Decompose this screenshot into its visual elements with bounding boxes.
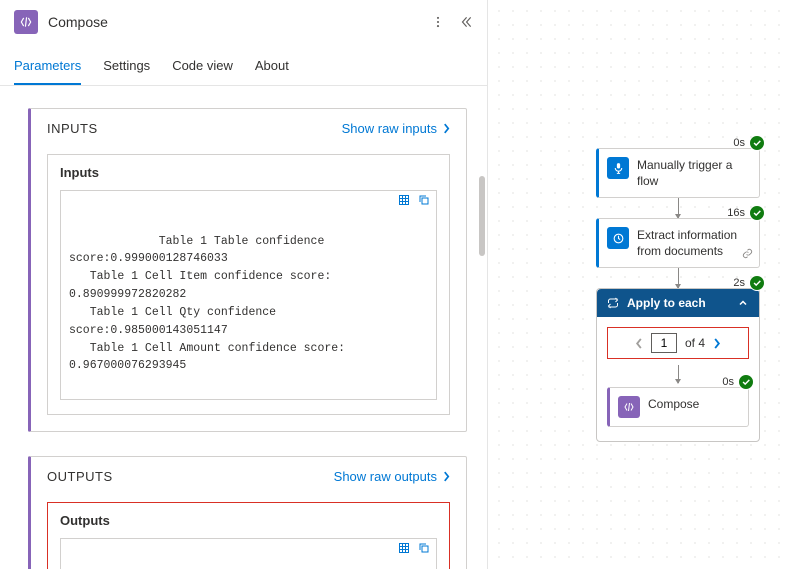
inputs-card: INPUTS Show raw inputs Inputs Table 1 Ta… bbox=[28, 108, 467, 432]
tab-settings[interactable]: Settings bbox=[103, 50, 150, 85]
apply-header[interactable]: Apply to each bbox=[597, 289, 759, 317]
flow-node-apply-to-each[interactable]: 2s Apply to each of 4 0s bbox=[596, 288, 760, 442]
inputs-sub-title: Inputs bbox=[60, 165, 99, 180]
apply-label: Apply to each bbox=[627, 296, 706, 310]
grid-icon[interactable] bbox=[398, 542, 410, 561]
inputs-title: INPUTS bbox=[47, 121, 98, 136]
loop-icon bbox=[607, 297, 619, 309]
status-badge: 0s bbox=[722, 374, 754, 390]
prev-page-button[interactable] bbox=[635, 338, 643, 349]
pager: of 4 bbox=[607, 327, 749, 359]
outputs-codebox: Table 1 Table confidence score:0.9990001… bbox=[60, 538, 437, 569]
check-icon bbox=[749, 275, 765, 291]
node-label: Extract information from documents bbox=[637, 227, 749, 259]
outputs-card: OUTPUTS Show raw outputs Outputs Table 1… bbox=[28, 456, 467, 569]
status-badge: 2s bbox=[733, 275, 765, 291]
inputs-subcard: Inputs Table 1 Table confidence score:0.… bbox=[47, 154, 450, 415]
panel-title: Compose bbox=[48, 14, 421, 30]
chevron-up-icon[interactable] bbox=[737, 297, 749, 309]
tab-parameters[interactable]: Parameters bbox=[14, 50, 81, 85]
trigger-icon bbox=[607, 157, 629, 179]
scrollbar[interactable] bbox=[479, 176, 485, 256]
flow-connector bbox=[678, 268, 679, 288]
outputs-sub-title: Outputs bbox=[60, 513, 110, 528]
node-time: 0s bbox=[722, 375, 734, 389]
check-icon bbox=[749, 135, 765, 151]
status-badge: 0s bbox=[733, 135, 765, 151]
link-icon bbox=[742, 248, 753, 264]
flow-canvas[interactable]: 0s Manually trigger a flow 16s Extract i… bbox=[488, 0, 786, 569]
node-label: Compose bbox=[648, 396, 699, 413]
page-input[interactable] bbox=[651, 333, 677, 353]
node-time: 16s bbox=[727, 206, 745, 220]
tab-codeview[interactable]: Code view bbox=[172, 50, 233, 85]
node-time: 0s bbox=[733, 136, 745, 150]
outputs-subcard: Outputs Table 1 Table confidence score:0… bbox=[47, 502, 450, 569]
flow-node-compose[interactable]: 0s Compose bbox=[607, 387, 749, 427]
extract-icon bbox=[607, 227, 629, 249]
copy-icon[interactable] bbox=[418, 542, 430, 561]
flow-connector bbox=[678, 365, 679, 383]
inputs-codebox: Table 1 Table confidence score:0.9990001… bbox=[60, 190, 437, 400]
next-page-button[interactable] bbox=[713, 338, 721, 349]
copy-icon[interactable] bbox=[418, 194, 430, 213]
tab-about[interactable]: About bbox=[255, 50, 289, 85]
tab-bar: Parameters Settings Code view About bbox=[0, 50, 487, 86]
outputs-title: OUTPUTS bbox=[47, 469, 113, 484]
node-time: 2s bbox=[733, 277, 745, 289]
compose-node-icon bbox=[618, 396, 640, 418]
collapse-icon[interactable] bbox=[459, 15, 473, 29]
show-raw-outputs-label: Show raw outputs bbox=[334, 469, 437, 484]
compose-icon bbox=[14, 10, 38, 34]
show-raw-inputs-button[interactable]: Show raw inputs bbox=[342, 121, 450, 136]
flow-connector bbox=[678, 198, 679, 218]
grid-icon[interactable] bbox=[398, 194, 410, 213]
show-raw-inputs-label: Show raw inputs bbox=[342, 121, 437, 136]
flow-node-trigger[interactable]: 0s Manually trigger a flow bbox=[596, 148, 760, 198]
node-label: Manually trigger a flow bbox=[637, 157, 749, 189]
check-icon bbox=[738, 374, 754, 390]
status-badge: 16s bbox=[727, 205, 765, 221]
check-icon bbox=[749, 205, 765, 221]
page-total: of 4 bbox=[685, 336, 705, 350]
inputs-content: Table 1 Table confidence score:0.9990001… bbox=[69, 235, 345, 373]
show-raw-outputs-button[interactable]: Show raw outputs bbox=[334, 469, 450, 484]
more-icon[interactable] bbox=[431, 15, 445, 29]
flow-node-extract[interactable]: 16s Extract information from documents bbox=[596, 218, 760, 268]
